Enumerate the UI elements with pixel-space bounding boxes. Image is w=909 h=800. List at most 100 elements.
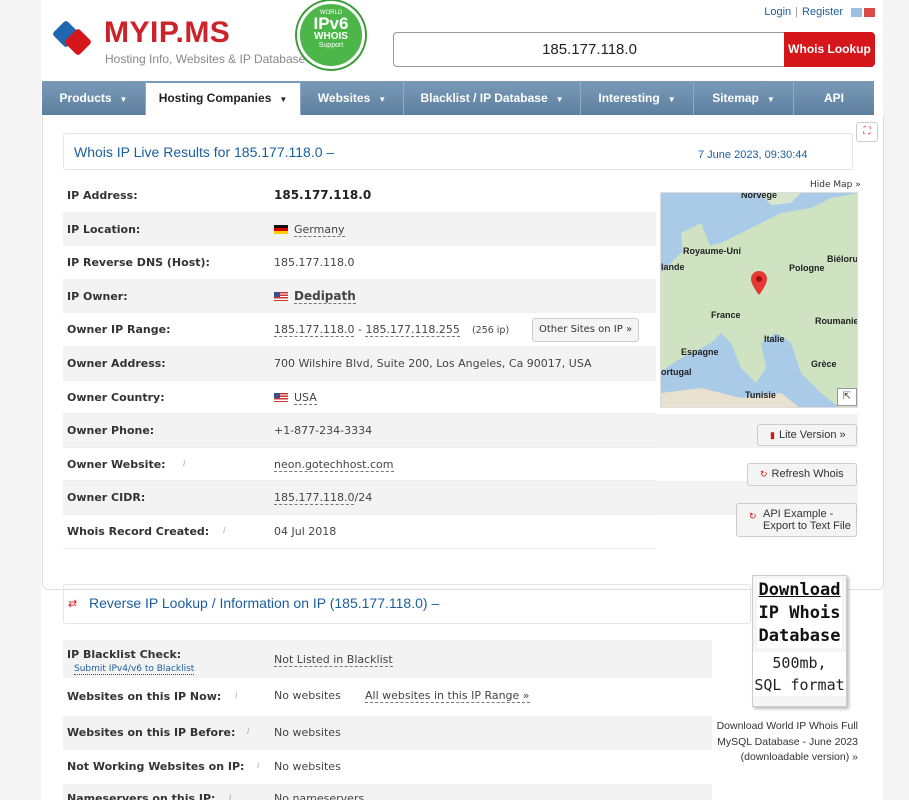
row-label: Websites on this IP Before:	[67, 726, 236, 739]
map-label: Tunisie	[745, 390, 776, 400]
row-label: Owner Country:	[67, 390, 165, 404]
info-icon[interactable]: i	[229, 793, 231, 800]
row-label: Owner Phone:	[67, 424, 155, 438]
nav-websites[interactable]: Websites ▼	[301, 81, 404, 115]
whois-lookup-button[interactable]: Whois Lookup	[784, 32, 875, 67]
caret-down-icon: ▼	[766, 95, 775, 104]
other-sites-button[interactable]: Other Sites on IP »	[532, 318, 640, 343]
map-label: lande	[661, 262, 685, 272]
download-database-banner[interactable]: Download IP Whois Database 500mb, SQL fo…	[752, 575, 847, 707]
range-count: (256 ip)	[471, 325, 510, 337]
table-row: IP Location: Germany	[63, 212, 656, 247]
table-row: Websites on this IP Now: i No websites A…	[63, 678, 712, 712]
refresh-whois-button[interactable]: ↻ Refresh Whois	[747, 463, 857, 486]
badge-line2: IPv6	[313, 14, 349, 33]
submit-blacklist-link[interactable]: Submit IPv4/v6 to Blacklist	[74, 664, 195, 675]
owner-country-link[interactable]: USA	[294, 390, 317, 405]
table-row: Owner CIDR: 185.177.118.0/24	[63, 481, 656, 515]
owner-website-link[interactable]: neon.gotechhost.com	[274, 458, 394, 472]
download-line3: Database	[757, 625, 842, 648]
not-working-value: No websites	[274, 760, 341, 773]
map-label: Espagne	[681, 347, 719, 357]
map-label: Biélorus	[827, 254, 858, 264]
caret-down-icon: ▼	[279, 95, 288, 104]
table-row: Owner Phone: +1-877-234-3334	[63, 414, 656, 448]
nav-api[interactable]: API	[794, 81, 874, 115]
lite-version-button[interactable]: ▮ Lite Version »	[757, 424, 857, 446]
owner-phone-value: +1-877-234-3334	[274, 424, 373, 438]
caret-down-icon: ▼	[667, 95, 676, 104]
map-label: ortugal	[661, 367, 692, 377]
range-start-link[interactable]: 185.177.118.0	[274, 323, 355, 338]
caret-down-icon: ▼	[555, 95, 564, 104]
nav-label: Products	[59, 91, 112, 105]
map-pin-icon[interactable]	[751, 271, 767, 295]
usa-flag-icon	[274, 392, 288, 402]
nav-label: Hosting Companies	[158, 91, 272, 105]
ip-owner-value: Dedipath	[274, 288, 356, 304]
refresh-whois-label: Refresh Whois	[771, 468, 844, 480]
table-row: Nameservers on this IP: i No nameservers	[63, 784, 712, 800]
caret-down-icon: ▼	[378, 95, 387, 104]
document-icon: ▮	[770, 430, 775, 440]
account-links: Login | Register	[764, 6, 843, 18]
api-label-line2: Export to Text File	[763, 520, 851, 532]
register-link[interactable]: Register	[802, 6, 843, 18]
record-created-value: 04 Jul 2018	[274, 524, 337, 538]
ip-location-link[interactable]: Germany	[294, 222, 345, 237]
ip-owner-link[interactable]: Dedipath	[294, 288, 356, 304]
download-database-link[interactable]: Download World IP Whois Full MySQL Datab…	[700, 719, 858, 766]
row-label: IP Owner:	[67, 289, 128, 303]
reverse-ip-section-title: Reverse IP Lookup / Information on IP (1…	[89, 595, 440, 611]
badge-line4: Support	[318, 42, 344, 49]
nav-interesting[interactable]: Interesting ▼	[581, 81, 694, 115]
info-icon[interactable]: i	[257, 761, 259, 770]
info-icon[interactable]: i	[223, 526, 225, 535]
flag-ru-icon[interactable]	[864, 8, 875, 17]
nav-label: Sitemap	[712, 91, 759, 105]
whois-section-title: Whois IP Live Results for 185.177.118.0 …	[74, 144, 335, 160]
row-label: Not Working Websites on IP:	[67, 760, 245, 773]
nav-blacklist[interactable]: Blacklist / IP Database ▼	[404, 81, 581, 115]
login-link[interactable]: Login	[764, 6, 791, 18]
nav-label: Websites	[317, 91, 371, 105]
logo-icon[interactable]	[52, 14, 98, 56]
table-row: Whois Record Created: i 04 Jul 2018	[63, 515, 656, 549]
all-websites-range-link[interactable]: All websites in this IP Range »	[365, 689, 530, 703]
nav-sitemap[interactable]: Sitemap ▼	[694, 81, 794, 115]
reverse-dns-value: 185.177.118.0	[274, 256, 355, 270]
download-line1: Download	[757, 579, 842, 602]
row-label: Owner Website:	[67, 457, 166, 471]
fullscreen-icon[interactable]: ⛶	[856, 122, 878, 142]
row-label: IP Blacklist Check:	[67, 648, 182, 661]
reverse-ip-table: IP Blacklist Check: Submit IPv4/v6 to Bl…	[63, 640, 712, 800]
nav-products[interactable]: Products ▼	[42, 81, 146, 115]
hide-map-link[interactable]: Hide Map »	[810, 180, 861, 190]
location-map[interactable]: Norvège Royaume-Uni lande Biélorus Polog…	[660, 192, 858, 408]
row-label: Owner IP Range:	[67, 323, 171, 337]
download-line5: SQL format	[753, 674, 846, 696]
row-label: Websites on this IP Now:	[67, 690, 222, 703]
map-fullscreen-icon[interactable]: ⇱	[837, 388, 857, 406]
ip-search-input[interactable]: 185.177.118.0	[393, 32, 785, 67]
info-icon[interactable]: i	[235, 691, 237, 700]
lite-version-label: Lite Version »	[778, 429, 846, 441]
info-icon[interactable]: i	[247, 727, 249, 736]
flag-en-icon[interactable]	[851, 8, 862, 17]
map-label: Roumanie	[815, 316, 858, 326]
info-icon[interactable]: i	[183, 459, 185, 468]
ipv6-whois-badge[interactable]: WORLD IPv6 WHOIS Support	[297, 1, 365, 69]
table-row: IP Reverse DNS (Host): 185.177.118.0	[63, 246, 656, 280]
caret-down-icon: ▼	[119, 95, 128, 104]
main-nav: Products ▼ Hosting Companies ▼ Websites ▼ B…	[42, 81, 874, 115]
range-end-link[interactable]: 185.177.118.255	[365, 323, 460, 338]
blacklist-status-link[interactable]: Not Listed in Blacklist	[274, 653, 393, 667]
nav-hosting-companies[interactable]: Hosting Companies ▼	[146, 81, 301, 115]
cidr-link[interactable]: 185.177.118.0	[274, 491, 355, 506]
logo-text[interactable]: MYIP.MS	[104, 16, 230, 50]
table-row: Owner Website: i neon.gotechhost.com	[63, 448, 656, 482]
link-separator: |	[795, 6, 799, 18]
row-label: Owner CIDR:	[67, 491, 146, 505]
api-example-button[interactable]: ↻ API Example - Export to Text File	[736, 503, 857, 537]
api-label-line1: API Example -	[763, 508, 834, 520]
